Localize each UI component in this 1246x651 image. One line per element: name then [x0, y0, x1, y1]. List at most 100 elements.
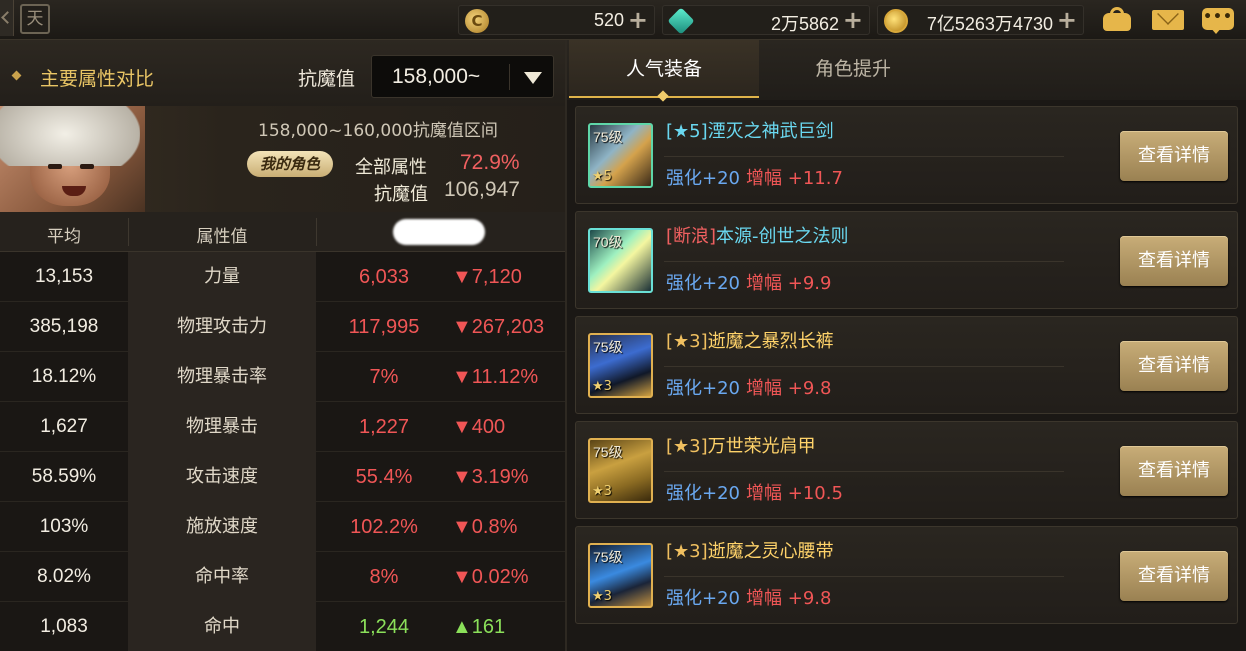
equipment-level: 75级 — [593, 339, 623, 355]
row-difference: ▼3.19% — [452, 466, 529, 488]
row-attribute-name: 物理攻击力 — [128, 302, 316, 352]
chevron-down-icon[interactable] — [524, 72, 542, 84]
view-details-button[interactable]: 查看详情 — [1120, 341, 1228, 391]
row-difference: ▼0.02% — [452, 566, 529, 588]
equipment-name: [★3]逝魔之灵心腰带 — [666, 541, 834, 562]
row-average: 58.59% — [31, 466, 97, 487]
equipment-name: [★3]逝魔之暴烈长裤 — [666, 331, 834, 352]
equipment-panel: 人气装备 角色提升 75级 ★5 [★5]湮灭之神武巨剑 强化+20 增幅 +11.7 查… — [565, 40, 1246, 651]
tab-popular-equipment[interactable]: 人气装备 — [569, 40, 759, 102]
amplify-label: 增幅 — [746, 378, 782, 399]
tab-bar: 人气装备 角色提升 — [567, 40, 1246, 102]
mail-icon[interactable] — [1152, 3, 1184, 33]
equipment-stats: 强化+20 增幅 +9.9 — [666, 269, 831, 295]
amplify-value: +9.8 — [787, 378, 832, 399]
my-character-badge: 我的角色 — [247, 151, 333, 177]
star-icon: ★3 — [592, 589, 612, 604]
view-details-button[interactable]: 查看详情 — [1120, 446, 1228, 496]
section-title: 主要属性对比 — [40, 68, 155, 90]
view-details-button[interactable]: 查看详情 — [1120, 551, 1228, 601]
equipment-stats: 强化+20 增幅 +9.8 — [666, 374, 831, 400]
row-my-value: 55.4% — [355, 466, 413, 488]
equipment-stats: 强化+20 增幅 +10.5 — [666, 479, 843, 505]
back-arrow-icon[interactable] — [0, 0, 14, 36]
row-average: 8.02% — [37, 566, 91, 587]
currency-value: 2万5862 — [770, 14, 839, 34]
enhance-level: 强化+20 — [666, 378, 740, 399]
row-my-value: 7% — [369, 366, 399, 388]
table-row: 385,198 物理攻击力 117,995 ▼267,203 — [0, 302, 565, 352]
table-row: 8.02% 命中率 8% ▼0.02% — [0, 552, 565, 602]
equipment-icon[interactable]: 75级 ★3 — [588, 438, 653, 503]
equipment-level: 75级 — [593, 444, 623, 460]
compare-header: 主要属性对比 抗魔值 158,000~ — [0, 40, 565, 106]
gold-coin-icon — [884, 9, 908, 33]
equipment-icon[interactable]: 75级 ★3 — [588, 333, 653, 398]
star-icon: ★3 — [592, 484, 612, 499]
active-tab-diamond-icon — [657, 90, 669, 102]
row-my-value: 1,227 — [358, 416, 410, 438]
row-average: 13,153 — [34, 266, 94, 287]
calendar-icon[interactable]: 天 — [20, 4, 50, 34]
header-attribute: 属性值 — [196, 227, 248, 247]
chat-icon[interactable]: ••• — [1202, 5, 1234, 34]
currency-gem: 2万5862 + — [662, 5, 870, 35]
table-row: 103% 施放速度 102.2% ▼0.8% — [0, 502, 565, 552]
row-average: 385,198 — [29, 316, 99, 337]
currency-value: 7亿5263万4730 — [926, 14, 1053, 34]
amplify-value: +10.5 — [787, 483, 843, 504]
equipment-name: [★3]万世荣光肩甲 — [666, 436, 816, 457]
currency-value: 520 — [593, 10, 624, 30]
row-difference: ▼400 — [452, 416, 506, 438]
view-details-button[interactable]: 查看详情 — [1120, 236, 1228, 286]
my-resist-label: 抗魔值 — [374, 184, 428, 205]
add-coin-button[interactable]: + — [628, 7, 648, 33]
equipment-stats: 强化+20 增幅 +9.8 — [666, 584, 831, 610]
row-average: 18.12% — [31, 366, 97, 387]
equipment-card: 75级 ★5 [★5]湮灭之神武巨剑 强化+20 增幅 +11.7 查看详情 — [575, 106, 1238, 204]
amplify-label: 增幅 — [746, 483, 782, 504]
row-my-value: 102.2% — [350, 516, 418, 538]
enhance-level: 强化+20 — [666, 168, 740, 189]
redacted-name — [393, 219, 485, 245]
row-attribute-name: 力量 — [128, 252, 316, 302]
row-average: 1,627 — [40, 416, 88, 437]
top-bar: 天 C 520 + 2万5862 + 7亿5263万4730 + ••• — [0, 0, 1246, 40]
equipment-card: 75级 ★3 [★3]万世荣光肩甲强化+20 增幅 +10.5 查看详情 — [575, 421, 1238, 519]
row-attribute-name: 命中率 — [128, 552, 316, 602]
star-icon: ★3 — [592, 379, 612, 394]
tab-character-improve[interactable]: 角色提升 — [758, 40, 948, 98]
equipment-level: 75级 — [593, 549, 623, 565]
row-my-value: 117,995 — [348, 316, 420, 338]
add-gem-button[interactable]: + — [843, 7, 863, 33]
resist-range-value: 158,000~ — [392, 65, 481, 88]
table-row: 13,153 力量 6,033 ▼7,120 — [0, 252, 565, 302]
resist-range-dropdown[interactable]: 158,000~ — [371, 55, 554, 98]
row-attribute-name: 命中 — [128, 602, 316, 651]
equipment-level: 70级 — [593, 234, 623, 250]
amplify-value: +9.9 — [787, 273, 832, 294]
coin-c-icon: C — [465, 9, 489, 33]
row-difference: ▼0.8% — [452, 516, 518, 538]
equipment-name: [★5]湮灭之神武巨剑 — [666, 121, 834, 142]
row-attribute-name: 施放速度 — [128, 502, 316, 552]
equipment-icon[interactable]: 70级 — [588, 228, 653, 293]
row-average: 103% — [39, 516, 89, 537]
currency-coin: C 520 + — [458, 5, 655, 35]
view-details-button[interactable]: 查看详情 — [1120, 131, 1228, 181]
equipment-icon[interactable]: 75级 ★3 — [588, 543, 653, 608]
row-difference: ▼267,203 — [452, 316, 545, 338]
row-difference: ▼11.12% — [452, 366, 539, 388]
gem-icon — [667, 7, 695, 35]
amplify-label: 增幅 — [746, 273, 782, 294]
avatar — [0, 106, 145, 212]
diamond-bullet-icon — [11, 70, 22, 81]
add-gold-button[interactable]: + — [1057, 7, 1077, 33]
bag-icon[interactable] — [1101, 5, 1133, 33]
header-average: 平均 — [47, 227, 81, 247]
table-header: 平均 属性值 — [0, 212, 565, 252]
equipment-icon[interactable]: 75级 ★5 — [588, 123, 653, 188]
attribute-table: 13,153 力量 6,033 ▼7,120 385,198 物理攻击力 117,995 ▼2… — [0, 252, 565, 651]
equipment-level: 75级 — [593, 129, 623, 145]
amplify-value: +11.7 — [787, 168, 843, 189]
